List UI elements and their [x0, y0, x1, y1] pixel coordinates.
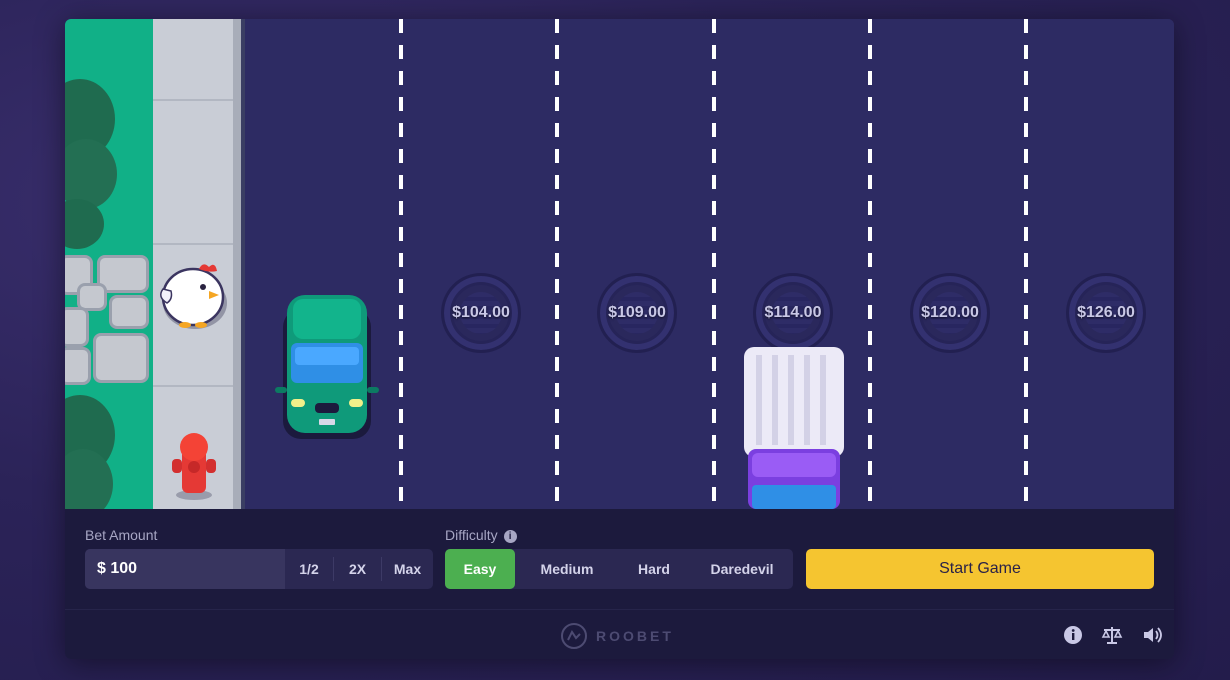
manhole-multiplier[interactable]: $104.00: [441, 273, 521, 353]
game-frame: $104.00 $109.00 $114.00 $120.00 $126.00: [65, 19, 1174, 659]
bush: [65, 199, 104, 249]
lane-divider: [555, 19, 559, 509]
fairness-scale-icon[interactable]: [1101, 624, 1123, 646]
double-bet-button[interactable]: 2X: [334, 549, 381, 589]
lane-divider: [868, 19, 872, 509]
difficulty-easy-button[interactable]: Easy: [445, 549, 515, 589]
sidewalk-seam: [153, 99, 233, 101]
multiplier-label: $104.00: [452, 304, 510, 321]
bet-amount-label: Bet Amount: [85, 527, 158, 543]
lane-divider: [1024, 19, 1028, 509]
difficulty-hard-button[interactable]: Hard: [619, 549, 689, 589]
difficulty-label: Difficulty i: [445, 527, 517, 543]
stone: [65, 347, 91, 385]
sidewalk-seam: [153, 243, 233, 245]
road: [245, 19, 1174, 509]
brand-logo: ROOBET: [560, 623, 674, 649]
difficulty-label-text: Difficulty: [445, 527, 498, 543]
manhole-multiplier[interactable]: $109.00: [597, 273, 677, 353]
difficulty-medium-button[interactable]: Medium: [525, 549, 609, 589]
green-car-icon: [275, 295, 379, 439]
fire-hydrant-icon: [172, 433, 216, 500]
difficulty-daredevil-button[interactable]: Daredevil: [699, 549, 785, 589]
multiplier-label: $114.00: [764, 304, 822, 321]
controls-panel: Bet Amount $ 100 1/2 2X Max Difficulty i …: [65, 509, 1174, 609]
chicken-icon[interactable]: [157, 259, 229, 331]
stone: [109, 295, 149, 329]
multiplier-label: $126.00: [1077, 304, 1135, 321]
lane-divider: [712, 19, 716, 509]
truck-icon: [744, 347, 844, 509]
grass-strip: [65, 19, 153, 509]
max-bet-button[interactable]: Max: [382, 549, 433, 589]
manhole-multiplier[interactable]: $120.00: [910, 273, 990, 353]
manhole-multiplier[interactable]: $114.00: [753, 273, 833, 353]
bet-amount-input[interactable]: $ 100: [85, 549, 285, 589]
roobet-logo-icon: [561, 623, 587, 649]
footer: ROOBET: [65, 609, 1174, 659]
sidewalk-seam: [153, 385, 233, 387]
stone: [65, 307, 89, 347]
start-game-button[interactable]: Start Game: [806, 549, 1154, 589]
multiplier-label: $109.00: [608, 304, 666, 321]
manhole-multiplier[interactable]: $126.00: [1066, 273, 1146, 353]
difficulty-selector: Easy Medium Hard Daredevil: [445, 549, 793, 589]
half-bet-button[interactable]: 1/2: [285, 549, 333, 589]
info-icon[interactable]: [1062, 624, 1084, 646]
info-icon[interactable]: i: [503, 530, 517, 543]
multiplier-label: $120.00: [921, 304, 979, 321]
bet-amount-group: $ 100 1/2 2X Max: [85, 549, 433, 589]
sound-icon[interactable]: [1141, 624, 1163, 646]
stone: [93, 333, 149, 383]
brand-name: ROOBET: [596, 628, 674, 644]
lane-divider: [399, 19, 403, 509]
game-board: $104.00 $109.00 $114.00 $120.00 $126.00: [65, 19, 1174, 509]
